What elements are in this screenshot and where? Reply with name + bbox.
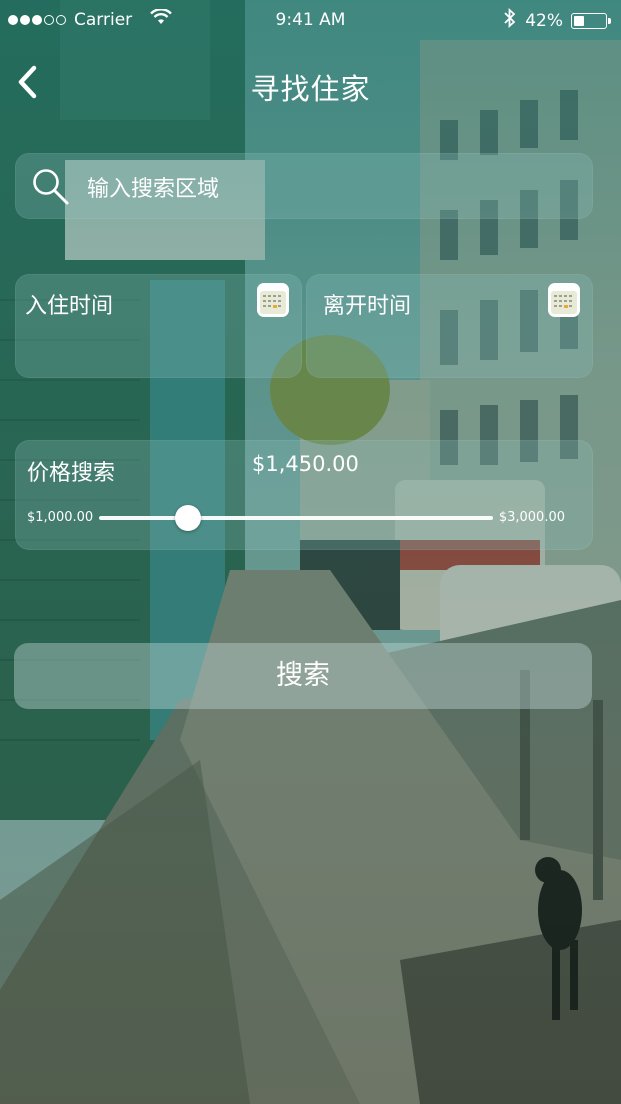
status-right: 42% [503, 7, 611, 33]
price-label: 价格搜索 [27, 461, 116, 486]
battery-percentage: 42% [525, 10, 563, 31]
screen: Carrier 9:41 AM 42% 寻找住家 输入搜索区域 入住时间 离开时… [0, 0, 621, 1104]
price-filter: 价格搜索 $1,450.00 $1,000.00 $3,000.00 [15, 440, 593, 550]
price-current-value: $1,450.00 [252, 452, 359, 476]
checkin-label: 入住时间 [25, 294, 114, 319]
search-button[interactable]: 搜索 [14, 643, 592, 709]
nav-bar: 寻找住家 [0, 48, 621, 118]
page-title: 寻找住家 [250, 72, 371, 106]
checkout-date-field[interactable]: 离开时间 [306, 274, 593, 378]
calendar-icon[interactable] [256, 282, 290, 318]
search-input[interactable]: 输入搜索区域 [15, 153, 593, 219]
calendar-icon[interactable] [547, 282, 581, 318]
price-slider-thumb[interactable] [174, 505, 201, 531]
battery-icon [571, 12, 611, 29]
checkout-label: 离开时间 [323, 294, 412, 319]
search-icon [31, 167, 71, 211]
price-slider[interactable] [99, 505, 493, 531]
checkin-date-field[interactable]: 入住时间 [15, 274, 302, 378]
price-min-label: $1,000.00 [27, 510, 94, 525]
status-bar: Carrier 9:41 AM 42% [0, 0, 621, 40]
search-placeholder: 输入搜索区域 [87, 177, 220, 202]
bluetooth-icon [503, 7, 517, 33]
price-max-label: $3,000.00 [498, 510, 565, 525]
